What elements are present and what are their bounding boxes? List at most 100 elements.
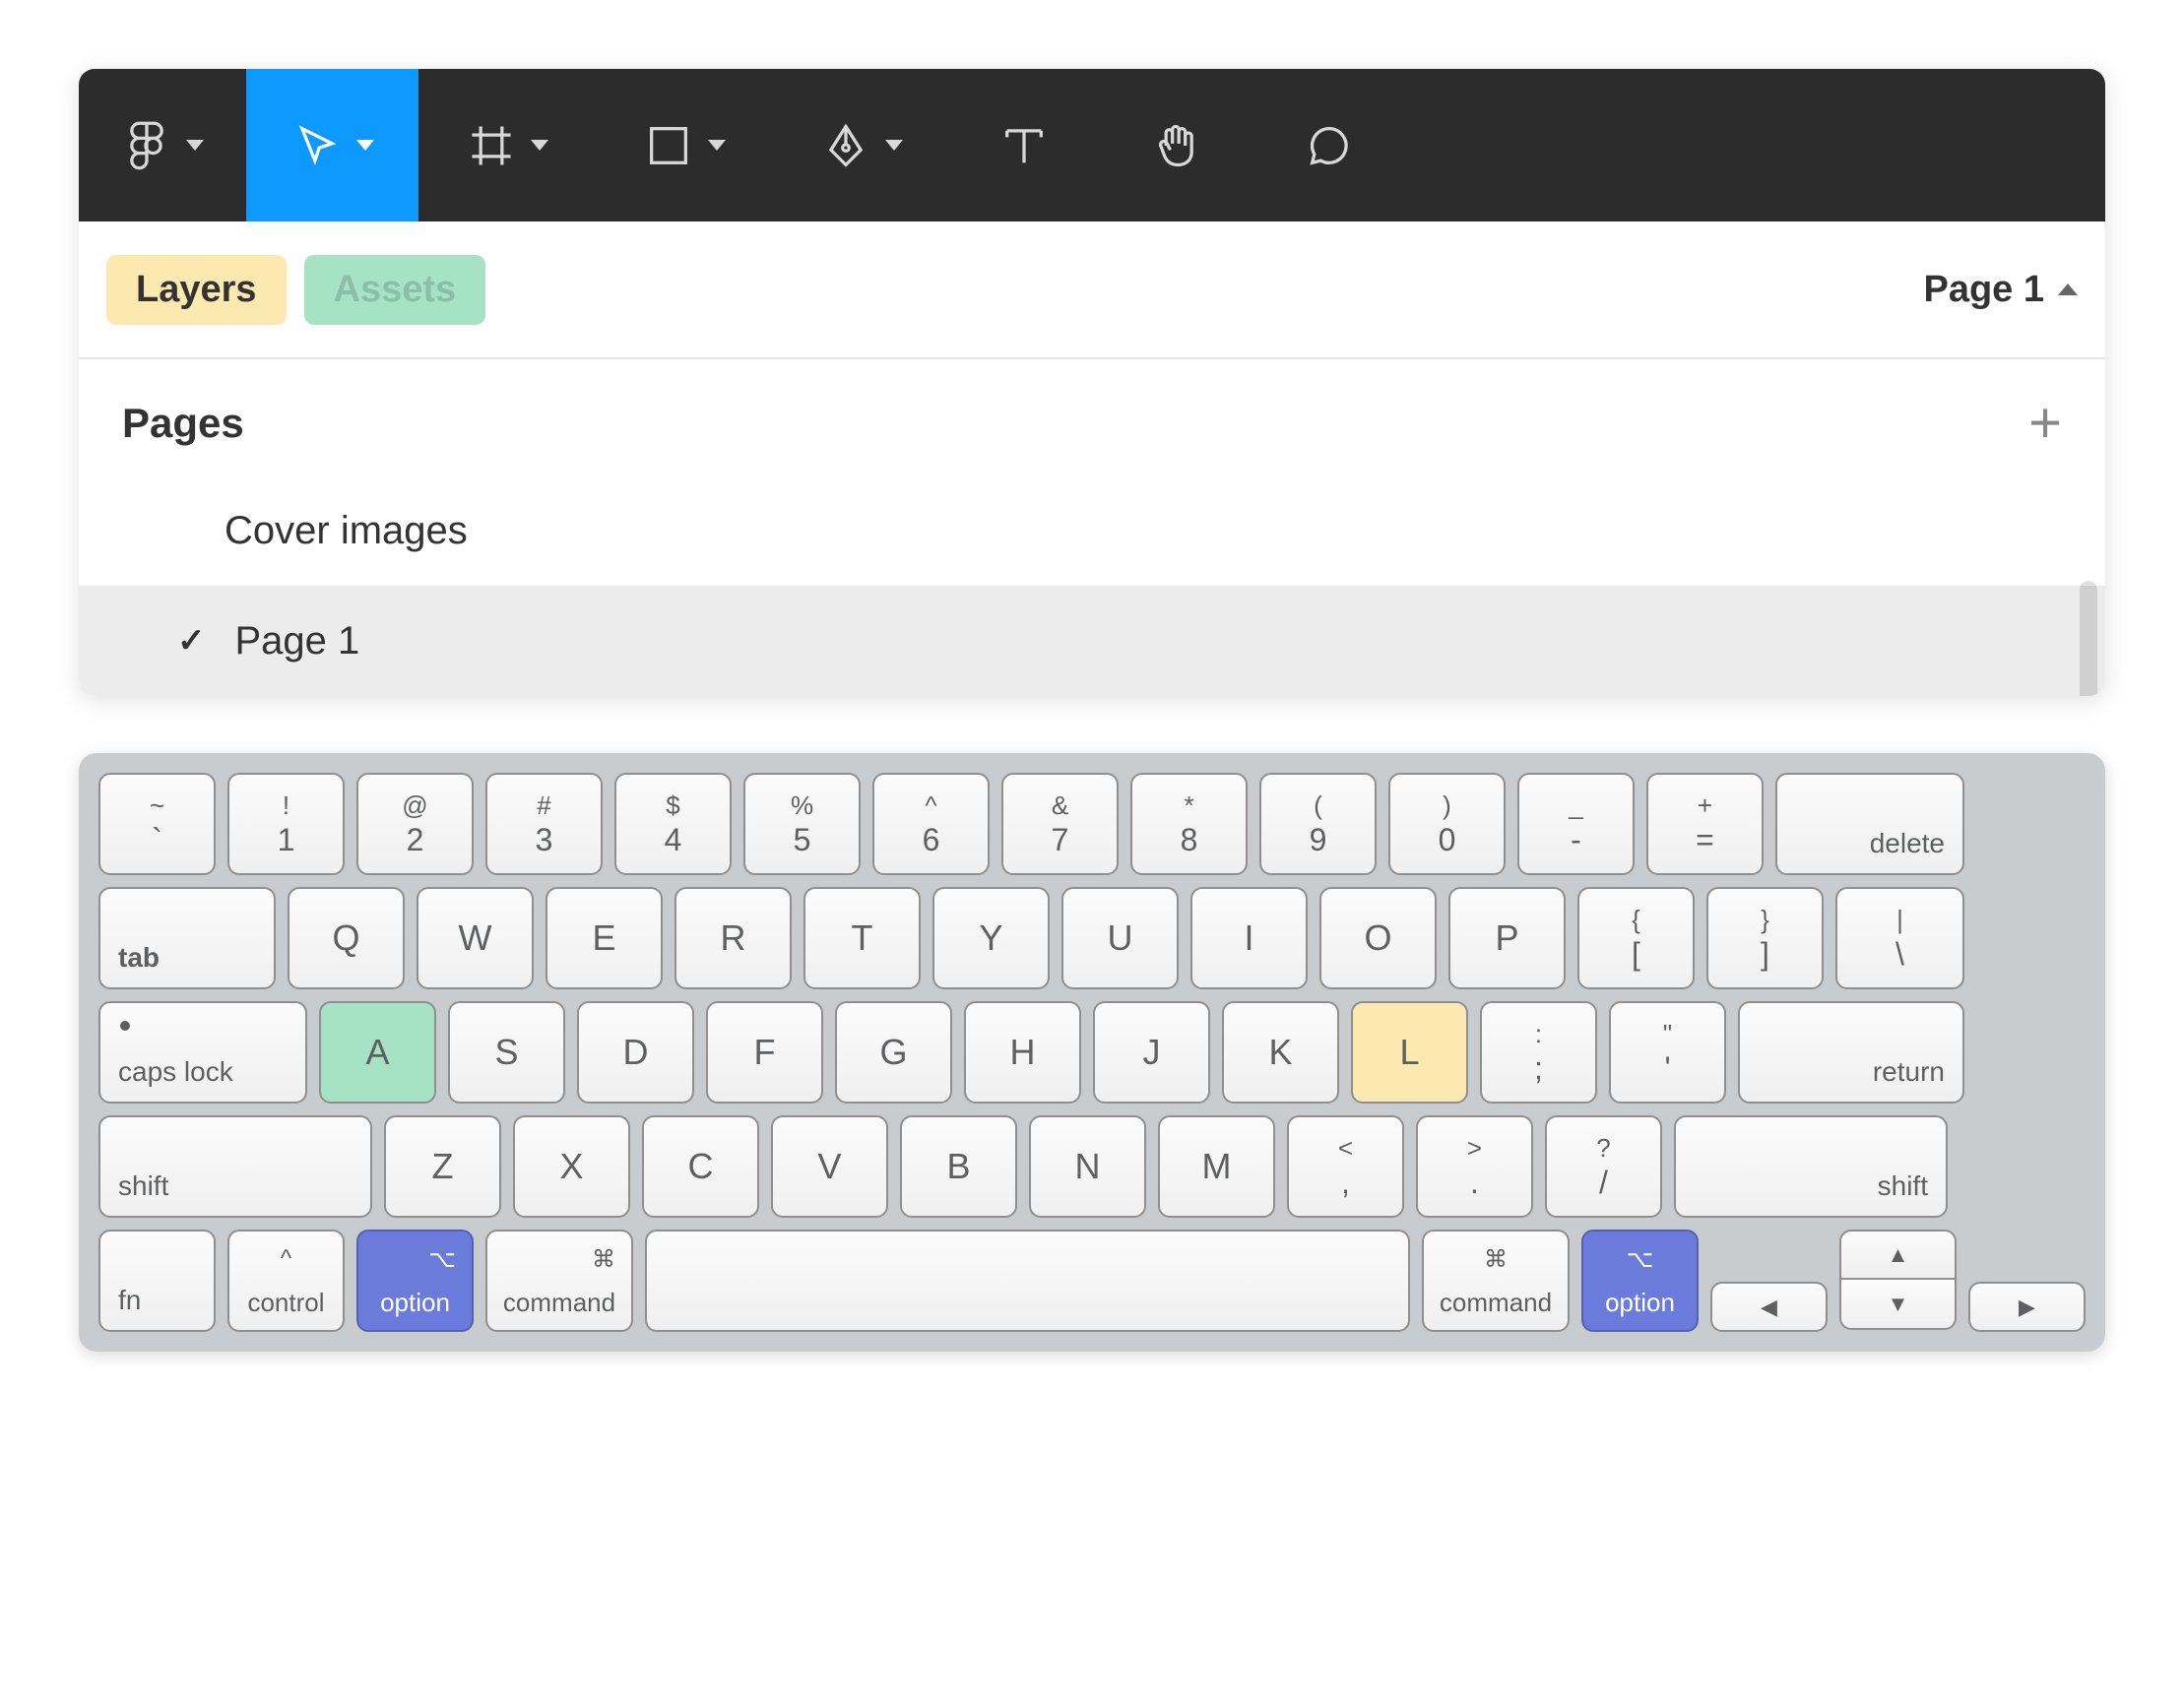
key-u[interactable]: U xyxy=(1061,887,1179,989)
keyboard-row-3: caps lock A S D F G H J K L :; "' return xyxy=(98,1001,2086,1104)
pages-label: Pages xyxy=(122,400,244,447)
key-i[interactable]: I xyxy=(1190,887,1308,989)
key-tab[interactable]: tab xyxy=(98,887,276,989)
key-6[interactable]: ^6 xyxy=(872,773,990,875)
key-r[interactable]: R xyxy=(674,887,792,989)
key-control[interactable]: ^ control xyxy=(227,1230,345,1332)
key-1[interactable]: !1 xyxy=(227,773,345,875)
key-fn[interactable]: fn xyxy=(98,1230,216,1332)
move-tool-button[interactable] xyxy=(246,69,418,221)
key-shift-left[interactable]: shift xyxy=(98,1115,372,1218)
key-return[interactable]: return xyxy=(1738,1001,1964,1104)
chevron-down-icon xyxy=(708,140,726,151)
keyboard-row-4: shift Z X C V B N M <, >. ?/ shift xyxy=(98,1115,2086,1218)
key-option-right[interactable]: ⌥ option xyxy=(1581,1230,1699,1332)
key-l[interactable]: L xyxy=(1351,1001,1468,1104)
tab-layers[interactable]: Layers xyxy=(106,255,287,325)
key-y[interactable]: Y xyxy=(932,887,1050,989)
key-a[interactable]: A xyxy=(319,1001,436,1104)
key-5[interactable]: %5 xyxy=(743,773,861,875)
figma-toolbar xyxy=(79,69,2105,221)
key-x[interactable]: X xyxy=(513,1115,630,1218)
key-4[interactable]: $4 xyxy=(614,773,732,875)
key-c[interactable]: C xyxy=(642,1115,759,1218)
key-0[interactable]: )0 xyxy=(1388,773,1506,875)
command-symbol-icon: ⌘ xyxy=(592,1245,615,1274)
key-period[interactable]: >. xyxy=(1416,1115,1533,1218)
key-k[interactable]: K xyxy=(1222,1001,1339,1104)
text-icon xyxy=(998,120,1050,171)
key-slash[interactable]: ?/ xyxy=(1545,1115,1662,1218)
page-name: Cover images xyxy=(225,509,468,553)
shape-tool-button[interactable] xyxy=(596,69,773,221)
key-n[interactable]: N xyxy=(1029,1115,1146,1218)
control-symbol-icon: ^ xyxy=(281,1245,291,1273)
pen-tool-button[interactable] xyxy=(773,69,950,221)
key-backtick[interactable]: ~` xyxy=(98,773,216,875)
key-w[interactable]: W xyxy=(417,887,534,989)
frame-tool-button[interactable] xyxy=(418,69,596,221)
key-2[interactable]: @2 xyxy=(356,773,474,875)
page-row-cover-images[interactable]: Cover images xyxy=(79,475,2105,586)
chevron-up-icon xyxy=(2058,284,2078,295)
key-space[interactable] xyxy=(645,1230,1410,1332)
checkmark-icon: ✓ xyxy=(177,621,206,661)
key-bracket-left[interactable]: {[ xyxy=(1577,887,1695,989)
key-e[interactable]: E xyxy=(546,887,663,989)
key-arrow-right[interactable]: ▶ xyxy=(1968,1282,2086,1332)
chevron-down-icon xyxy=(885,140,903,151)
hand-tool-button[interactable] xyxy=(1098,69,1255,221)
text-tool-button[interactable] xyxy=(950,69,1098,221)
key-o[interactable]: O xyxy=(1319,887,1437,989)
tab-assets[interactable]: Assets xyxy=(304,255,486,325)
key-7[interactable]: &7 xyxy=(1001,773,1119,875)
add-page-button[interactable]: + xyxy=(2028,395,2062,452)
key-p[interactable]: P xyxy=(1448,887,1566,989)
key-equals[interactable]: += xyxy=(1646,773,1764,875)
key-h[interactable]: H xyxy=(964,1001,1081,1104)
frame-icon xyxy=(466,120,517,171)
option-symbol-icon: ⌥ xyxy=(1627,1245,1654,1274)
key-quote[interactable]: "' xyxy=(1609,1001,1726,1104)
key-delete[interactable]: delete xyxy=(1775,773,1964,875)
key-backslash[interactable]: |\ xyxy=(1835,887,1964,989)
key-capslock[interactable]: caps lock xyxy=(98,1001,307,1104)
key-g[interactable]: G xyxy=(835,1001,952,1104)
key-comma[interactable]: <, xyxy=(1287,1115,1404,1218)
key-semicolon[interactable]: :; xyxy=(1480,1001,1597,1104)
option-symbol-icon: ⌥ xyxy=(428,1245,456,1274)
key-command-right[interactable]: ⌘ command xyxy=(1422,1230,1570,1332)
panel-tabs-row: Layers Assets Page 1 xyxy=(79,221,2105,359)
key-8[interactable]: *8 xyxy=(1130,773,1248,875)
key-command-left[interactable]: ⌘ command xyxy=(485,1230,633,1332)
key-z[interactable]: Z xyxy=(384,1115,501,1218)
hand-icon xyxy=(1151,120,1202,171)
comment-tool-button[interactable] xyxy=(1255,69,1403,221)
key-arrow-up[interactable]: ▲ xyxy=(1839,1230,1957,1280)
key-minus[interactable]: _- xyxy=(1517,773,1635,875)
scrollbar-thumb[interactable] xyxy=(2080,581,2097,696)
key-3[interactable]: #3 xyxy=(485,773,603,875)
key-option-left[interactable]: ⌥ option xyxy=(356,1230,474,1332)
key-j[interactable]: J xyxy=(1093,1001,1210,1104)
key-arrow-left[interactable]: ◀ xyxy=(1710,1282,1828,1332)
key-q[interactable]: Q xyxy=(288,887,405,989)
key-bracket-right[interactable]: }] xyxy=(1706,887,1824,989)
mac-keyboard: ~` !1 @2 #3 $4 %5 ^6 &7 *8 (9 )0 _- += d… xyxy=(79,753,2105,1352)
key-b[interactable]: B xyxy=(900,1115,1017,1218)
figma-menu-button[interactable] xyxy=(79,69,246,221)
pen-icon xyxy=(820,120,871,171)
page-selector[interactable]: Page 1 xyxy=(1923,269,2078,311)
key-m[interactable]: M xyxy=(1158,1115,1275,1218)
key-s[interactable]: S xyxy=(448,1001,565,1104)
figma-left-panel: Layers Assets Page 1 Pages + Cover image… xyxy=(79,69,2105,696)
comment-icon xyxy=(1304,120,1355,171)
page-row-page-1[interactable]: ✓ Page 1 xyxy=(79,586,2105,696)
key-arrow-down[interactable]: ▼ xyxy=(1839,1280,1957,1330)
key-shift-right[interactable]: shift xyxy=(1674,1115,1948,1218)
key-f[interactable]: F xyxy=(706,1001,823,1104)
key-v[interactable]: V xyxy=(771,1115,888,1218)
key-9[interactable]: (9 xyxy=(1259,773,1377,875)
key-d[interactable]: D xyxy=(577,1001,694,1104)
key-t[interactable]: T xyxy=(803,887,921,989)
